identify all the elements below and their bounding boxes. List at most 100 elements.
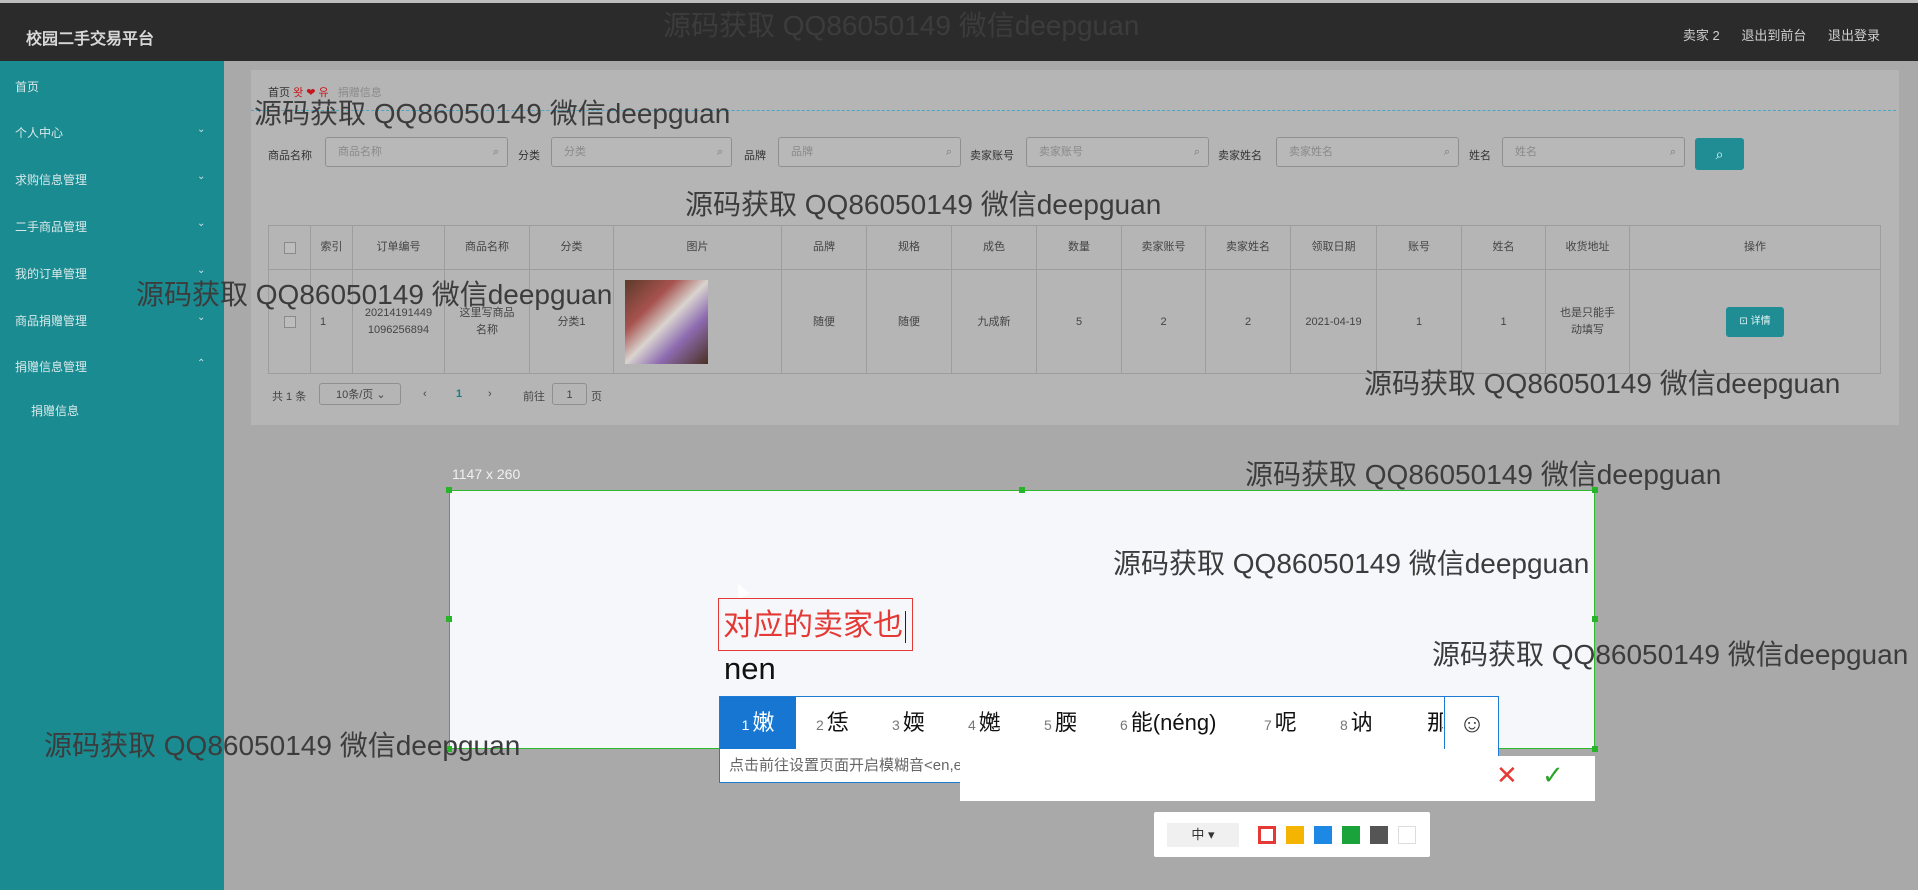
table-header[interactable]: 商品名称 — [445, 226, 530, 269]
table-header[interactable]: 品牌 — [782, 226, 867, 269]
sidebar-item-donation-goods[interactable]: 商品捐赠管理 ⌄ — [15, 312, 205, 329]
ime-candidate[interactable]: 那 — [1427, 697, 1443, 749]
candidate-text: 嬔 — [978, 710, 1001, 735]
color-swatch-white[interactable] — [1398, 826, 1416, 844]
color-swatch-blue[interactable] — [1314, 826, 1332, 844]
row-select[interactable] — [269, 270, 311, 374]
page-size-select[interactable]: 10条/页 ⌄ — [319, 383, 401, 405]
table-header[interactable]: 姓名 — [1462, 226, 1546, 269]
sidebar-item-orders[interactable]: 我的订单管理 ⌄ — [15, 265, 205, 282]
breadcrumb: 首页 왓 ❤ 유 捐赠信息 — [268, 84, 382, 100]
select-all-checkbox[interactable] — [283, 242, 296, 254]
sidebar-item-label: 二手商品管理 — [15, 220, 88, 234]
category-input[interactable]: 分类 ⌕ — [551, 137, 732, 167]
product-image[interactable] — [625, 280, 708, 364]
ime-candidate[interactable]: 1嫩 — [720, 697, 796, 749]
search-icon: ⌕ — [492, 146, 499, 158]
ime-candidate[interactable]: 7呢 — [1264, 697, 1297, 749]
cell-category: 分类1 — [530, 270, 614, 374]
next-page-button[interactable]: › — [488, 388, 492, 400]
candidate-index: 8 — [1340, 717, 1348, 733]
table-header[interactable]: 规格 — [867, 226, 952, 269]
color-swatch-gray[interactable] — [1370, 826, 1388, 844]
cell-spec: 随便 — [867, 270, 952, 374]
resize-handle-tr[interactable] — [1592, 487, 1598, 493]
goto-label: 前往 — [523, 391, 545, 403]
cancel-capture-button[interactable]: ✕ — [1496, 760, 1518, 791]
sidebar-item-donation-info-manage[interactable]: 捐赠信息管理 ⌃ — [15, 358, 205, 375]
filter-label-seller-acct: 卖家账号 — [970, 150, 1014, 162]
table-header[interactable]: 数量 — [1037, 226, 1122, 269]
sidebar-item-goods[interactable]: 二手商品管理 ⌄ — [15, 218, 205, 235]
current-page[interactable]: 1 — [456, 388, 462, 400]
sidebar-item-label: 个人中心 — [15, 126, 64, 140]
placeholder: 卖家姓名 — [1289, 146, 1333, 158]
search-button[interactable]: ⌕ — [1695, 138, 1744, 170]
filter-label-product: 商品名称 — [268, 150, 312, 162]
brand-input[interactable]: 品牌 ⌕ — [778, 137, 961, 167]
table-header[interactable]: 领取日期 — [1291, 226, 1377, 269]
table-header[interactable]: 卖家账号 — [1122, 226, 1206, 269]
sidebar-item-wanted[interactable]: 求购信息管理 ⌄ — [15, 171, 205, 188]
seller-name-input[interactable]: 卖家姓名 ⌕ — [1276, 137, 1459, 167]
ime-candidate-bar: 1嫩 2恁 3媆 4嬔 5腝 6 能(néng) 7呢 8讷 那 ☺ — [719, 696, 1499, 750]
candidate-index: 1 — [741, 717, 750, 733]
resize-handle-tl[interactable] — [446, 487, 452, 493]
search-icon: ⌕ — [1669, 146, 1676, 158]
candidate-text: 媆 — [902, 710, 925, 735]
ime-candidate[interactable]: 2恁 — [816, 697, 849, 749]
filter-label-brand: 品牌 — [744, 150, 766, 162]
sidebar-item-label: 捐赠信息 — [31, 404, 80, 418]
resize-handle-r[interactable] — [1592, 616, 1598, 622]
ime-candidate[interactable]: 8讷 — [1340, 697, 1373, 749]
resize-handle-br[interactable] — [1592, 746, 1598, 752]
resize-handle-t[interactable] — [1019, 487, 1025, 493]
ime-composition: nen — [724, 651, 776, 686]
cell-date: 2021-04-19 — [1291, 270, 1377, 374]
breadcrumb-home[interactable]: 首页 — [268, 87, 290, 99]
sidebar: 首页 个人中心 ⌄ 求购信息管理 ⌄ 二手商品管理 ⌄ 我的订单管理 ⌄ 商品捐赠管理 ⌄… — [0, 61, 224, 890]
ime-candidate[interactable]: 3媆 — [892, 697, 925, 749]
placeholder: 商品名称 — [338, 146, 382, 158]
emoji-icon[interactable]: ☺ — [1444, 697, 1499, 749]
table-header[interactable]: 账号 — [1377, 226, 1462, 269]
text-annotation[interactable]: 对应的卖家也 — [718, 598, 913, 651]
name-input[interactable]: 姓名 ⌕ — [1502, 137, 1685, 167]
table-header[interactable]: 收货地址 — [1546, 226, 1630, 269]
ime-candidate[interactable]: 4嬔 — [968, 697, 1001, 749]
table-header[interactable]: 订单编号 — [353, 226, 445, 269]
sidebar-item-home[interactable]: 首页 — [15, 78, 39, 95]
top-links: 卖家 2 退出到前台 退出登录 — [1665, 25, 1880, 44]
color-swatch-yellow[interactable] — [1286, 826, 1304, 844]
table-header[interactable]: 成色 — [952, 226, 1037, 269]
confirm-capture-button[interactable]: ✓ — [1542, 760, 1564, 791]
app-title: 校园二手交易平台 — [26, 31, 155, 48]
sidebar-item-personal[interactable]: 个人中心 ⌄ — [15, 124, 205, 141]
current-user[interactable]: 卖家 2 — [1683, 28, 1720, 43]
resize-handle-bl[interactable] — [446, 746, 452, 752]
pager-total: 共 1 条 — [272, 391, 307, 403]
candidate-index: 4 — [968, 717, 976, 733]
logout-link[interactable]: 退出登录 — [1828, 28, 1880, 43]
candidate-text: 那 — [1427, 710, 1443, 735]
row-checkbox[interactable] — [283, 316, 296, 328]
ime-candidate[interactable]: 6 能(néng) — [1120, 697, 1216, 749]
sidebar-subitem-donation-info[interactable]: 捐赠信息 — [31, 402, 79, 419]
table-header[interactable]: 图片 — [614, 226, 782, 269]
table-header[interactable]: 分类 — [530, 226, 614, 269]
product-name-input[interactable]: 商品名称 ⌕ — [325, 137, 508, 167]
color-swatch-green[interactable] — [1342, 826, 1360, 844]
ime-candidate[interactable]: 5腝 — [1044, 697, 1077, 749]
seller-account-input[interactable]: 卖家账号 ⌕ — [1026, 137, 1209, 167]
color-swatch-red[interactable] — [1258, 826, 1276, 844]
prev-page-button[interactable]: ‹ — [423, 388, 427, 400]
detail-button[interactable]: ⊡ 详情 — [1726, 307, 1784, 337]
select-all-header[interactable] — [269, 226, 311, 269]
table-header[interactable]: 卖家姓名 — [1206, 226, 1291, 269]
filter-label-category: 分类 — [518, 150, 540, 162]
goto-page-input[interactable]: 1 — [552, 383, 587, 405]
resize-handle-l[interactable] — [446, 616, 452, 622]
cell-text: 动填写 — [1571, 324, 1604, 336]
exit-to-front-link[interactable]: 退出到前台 — [1741, 28, 1806, 43]
font-size-select[interactable]: 中 ▾ — [1167, 823, 1239, 847]
